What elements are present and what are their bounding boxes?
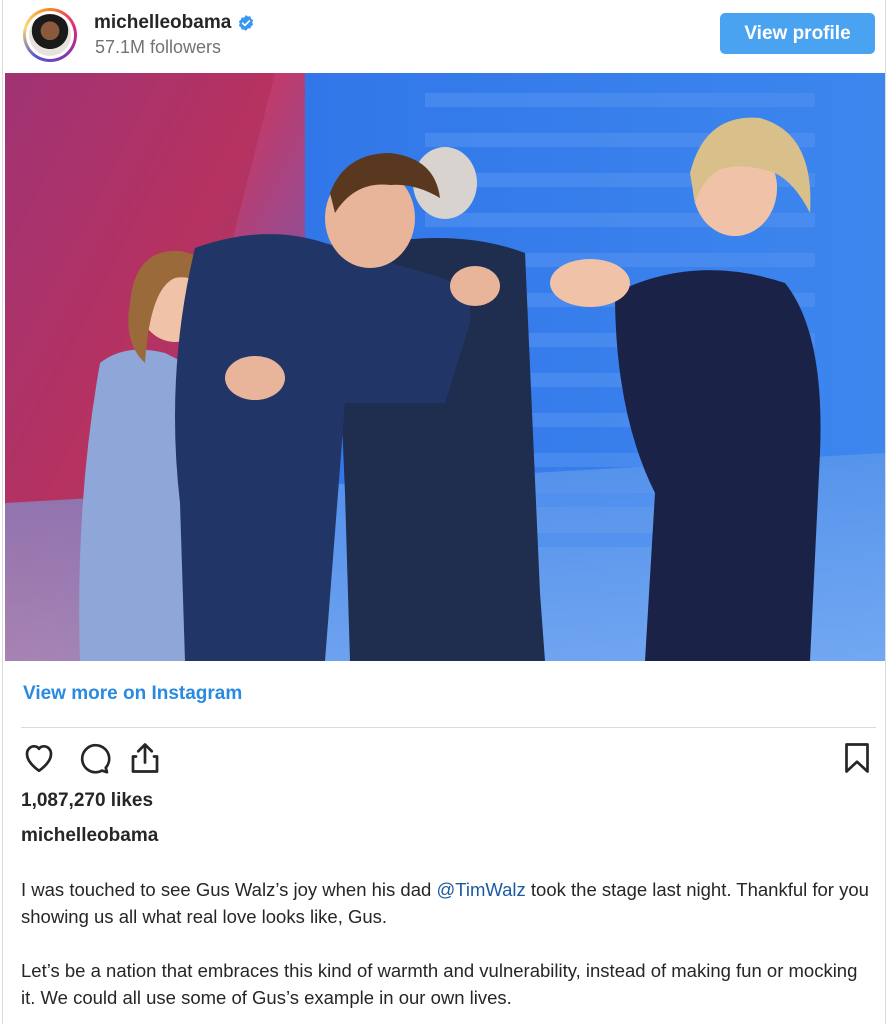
- divider: [21, 727, 876, 728]
- caption-text: I was touched to see Gus Walz’s joy when…: [21, 879, 437, 900]
- like-count[interactable]: 1,087,270 likes: [21, 790, 153, 812]
- view-more-link[interactable]: View more on Instagram: [23, 683, 242, 705]
- post-photo[interactable]: [5, 73, 885, 661]
- username-row: michelleobama: [94, 12, 255, 34]
- mention-link[interactable]: @TimWalz: [436, 879, 525, 900]
- post-photo-image: [5, 73, 885, 661]
- caption-paragraph: I was touched to see Gus Walz’s joy when…: [21, 876, 871, 930]
- view-profile-button[interactable]: View profile: [720, 13, 875, 54]
- post-header: michelleobama 57.1M followers View profi…: [3, 0, 885, 72]
- bookmark-icon[interactable]: [839, 740, 875, 776]
- post-caption: I was touched to see Gus Walz’s joy when…: [21, 876, 871, 1024]
- post-actions: [21, 740, 876, 780]
- caption-paragraph: Let’s be a nation that embraces this kin…: [21, 960, 858, 1008]
- heart-icon[interactable]: [21, 740, 57, 776]
- instagram-embed-card: michelleobama 57.1M followers View profi…: [2, 0, 886, 1024]
- username[interactable]: michelleobama: [94, 12, 231, 34]
- profile-avatar-image: [29, 14, 71, 56]
- verified-badge-icon: [239, 15, 254, 31]
- follower-count: 57.1M followers: [95, 37, 222, 57]
- avatar[interactable]: [23, 8, 77, 62]
- caption-username[interactable]: michelleobama: [21, 825, 158, 847]
- share-icon[interactable]: [127, 740, 163, 776]
- comment-icon[interactable]: [75, 740, 111, 776]
